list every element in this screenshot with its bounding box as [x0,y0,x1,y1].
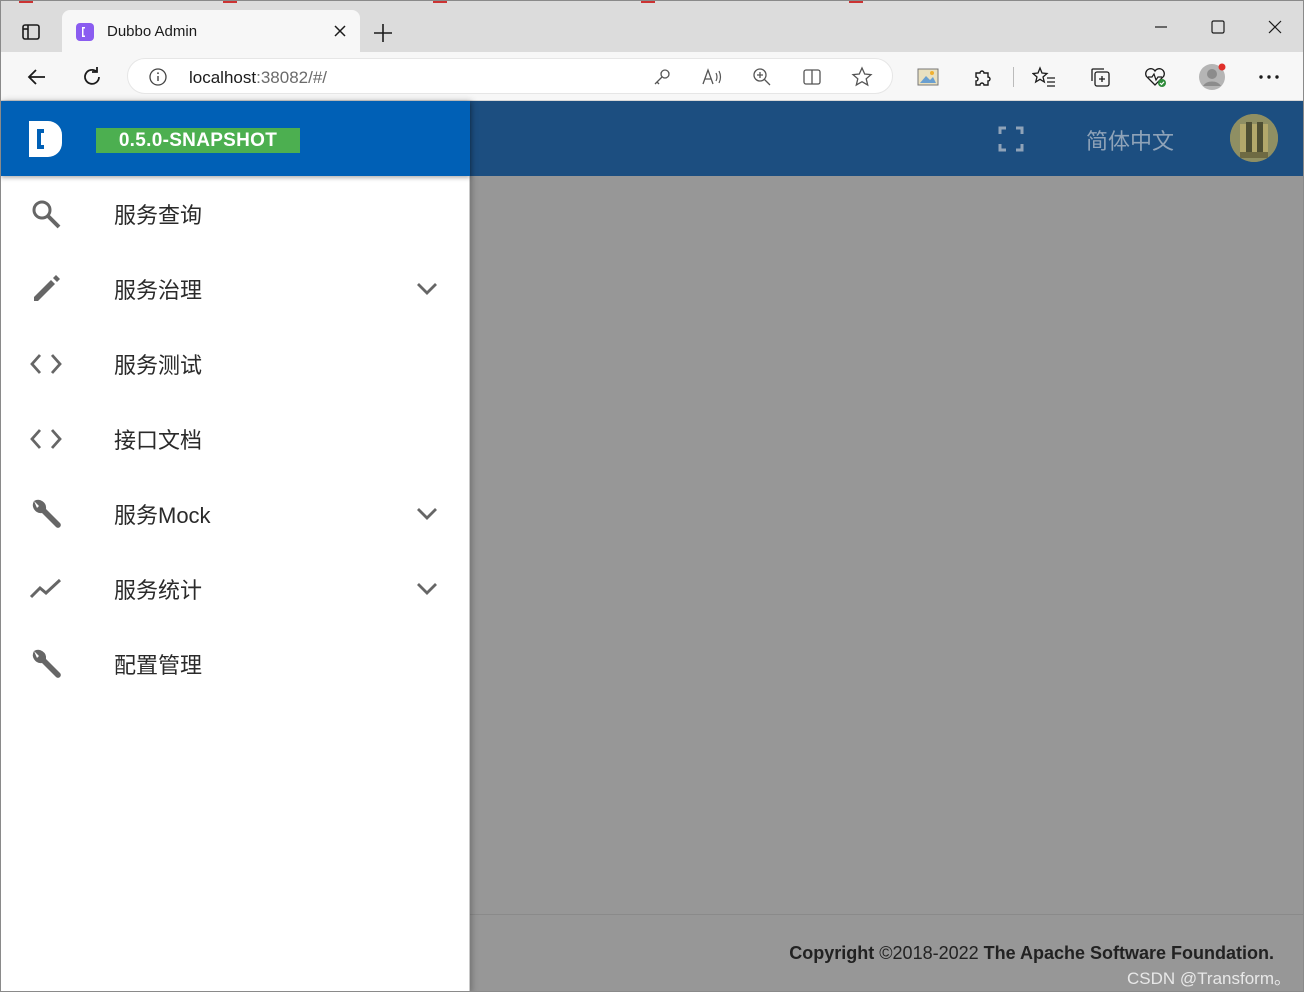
copyright-years: ©2018-2022 [874,943,984,963]
minimize-icon [1155,26,1167,28]
main-content-overlay[interactable] [470,176,1303,991]
nav-item-service-stats[interactable]: 服务统计 [1,551,470,626]
watermark: CSDN @Transform。 [1127,969,1291,988]
puzzle-icon [975,70,991,86]
copyright-org: The Apache Software Foundation. [983,943,1274,963]
maximize-button[interactable] [1200,11,1236,43]
browser-essentials-button[interactable] [1140,62,1170,92]
tab-actions-icon [22,24,40,40]
nav-list: 服务查询 服务治理 服务测试 接口文档 服务Mock 服务统计 配置管理 [1,176,470,701]
navigation-drawer: 0.5.0-SNAPSHOT 服务查询 服务治理 服务测试 接口文档 服务Moc… [1,101,470,991]
arrow-left-icon [27,69,45,85]
tab-actions-button[interactable] [13,17,49,47]
pencil-icon [27,270,65,308]
more-horizontal-icon [1259,75,1279,79]
nav-item-service-search[interactable]: 服务查询 [1,176,470,251]
search-icon [27,195,65,233]
nav-item-label: 服务查询 [114,202,203,228]
fullscreen-icon[interactable] [998,126,1024,152]
footer: Copyright ©2018-2022 The Apache Software… [470,914,1303,991]
key-icon [654,69,670,85]
favorites-button[interactable] [1029,62,1059,92]
tab-close-icon[interactable] [332,23,348,39]
image-icon [917,68,939,86]
nav-item-label: 服务测试 [114,352,203,378]
collections-button[interactable] [1085,62,1115,92]
star-icon [851,66,873,87]
tab-strip: Dubbo Admin [1,1,1303,52]
favorites-list-icon [1032,66,1055,87]
refresh-icon [84,67,100,85]
page-content: 简体中文 Copyright ©2018-2022 The Apache Sof… [1,101,1303,991]
profile-avatar-icon [1199,63,1226,90]
back-button[interactable] [22,62,52,92]
maximize-icon [1211,20,1225,34]
settings-more-button[interactable] [1254,62,1284,92]
read-aloud-button[interactable] [698,63,726,91]
nav-item-service-mock[interactable]: 服务Mock [1,476,470,551]
browser-toolbar: localhost:38082/#/ [1,52,1303,101]
read-aloud-icon [702,68,722,85]
new-tab-icon[interactable] [369,19,397,47]
url-path: :38082/#/ [256,68,328,87]
minimize-button[interactable] [1143,11,1179,43]
copyright-label: Copyright [789,943,875,963]
version-badge: 0.5.0-SNAPSHOT [96,128,300,153]
nav-item-service-governance[interactable]: 服务治理 [1,251,470,326]
nav-item-label: 配置管理 [114,652,203,678]
close-icon [1268,20,1282,34]
nav-item-label: 接口文档 [114,427,203,453]
trending-icon [27,570,65,608]
chevron-down-icon[interactable] [413,500,441,528]
drawer-header: 0.5.0-SNAPSHOT [1,101,470,176]
toolbar-divider [1013,67,1014,87]
code-icon [27,345,65,383]
browser-window: Dubbo Admin localhost:38082/#/ 简体中文 Copy… [0,0,1304,992]
zoom-in-icon [753,68,771,86]
zoom-button[interactable] [748,63,776,91]
tab-title: Dubbo Admin [107,23,198,40]
copyright-text: Copyright ©2018-2022 The Apache Software… [789,943,1274,964]
chevron-down-icon[interactable] [413,275,441,303]
refresh-button[interactable] [77,62,107,92]
tab-strip-marks [19,1,863,3]
user-avatar[interactable] [1230,114,1278,162]
code-icon [27,420,65,458]
url-text: localhost:38082/#/ [189,68,327,88]
split-screen-icon [803,69,821,85]
nav-item-label: 服务治理 [114,277,203,303]
nav-item-api-docs[interactable]: 接口文档 [1,401,470,476]
image-extension-button[interactable] [913,62,943,92]
wrench-icon [27,495,65,533]
dubbo-favicon-icon [76,23,94,41]
nav-item-label: 服务统计 [114,577,203,603]
close-window-button[interactable] [1257,11,1293,43]
collections-icon [1091,68,1110,87]
user-avatar-icon [1230,114,1278,162]
nav-item-service-test[interactable]: 服务测试 [1,326,470,401]
nav-item-label: 服务Mock [114,502,211,528]
extensions-button[interactable] [968,62,998,92]
dubbo-logo-icon[interactable] [28,120,64,158]
browser-tab-active[interactable]: Dubbo Admin [62,10,360,52]
password-key-button[interactable] [648,63,676,91]
wrench-icon [27,645,65,683]
split-screen-button[interactable] [798,63,826,91]
profile-button[interactable] [1197,62,1227,92]
chevron-down-icon[interactable] [413,575,441,603]
language-selector[interactable]: 简体中文 [1086,124,1174,156]
address-bar[interactable]: localhost:38082/#/ [127,58,893,94]
nav-item-config-management[interactable]: 配置管理 [1,626,470,701]
favorite-button[interactable] [848,63,876,91]
url-host: localhost [189,68,257,87]
heart-pulse-icon [1145,68,1166,87]
info-icon[interactable] [148,67,168,87]
